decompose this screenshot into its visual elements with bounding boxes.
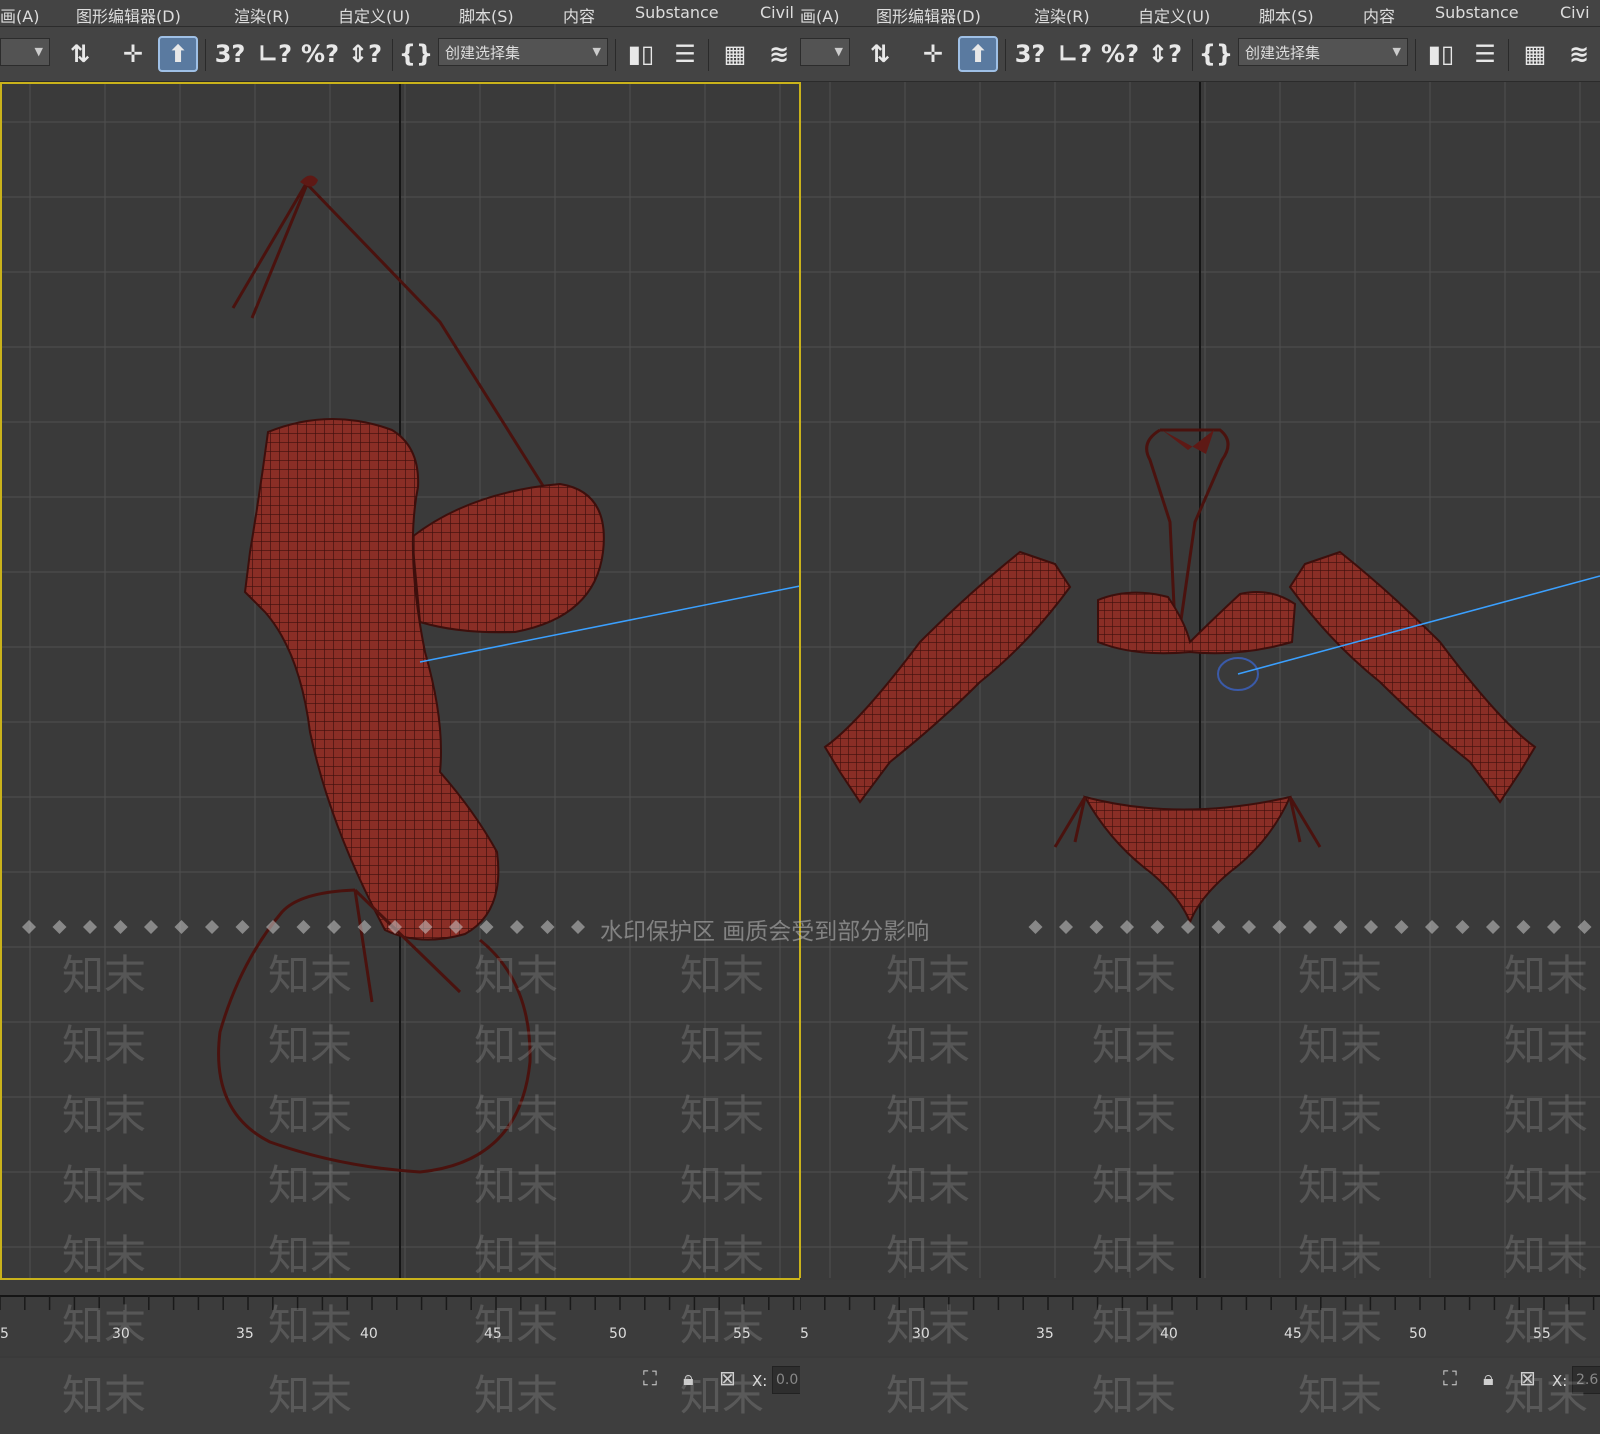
viewport-right[interactable] <box>800 82 1600 1278</box>
menu-content[interactable]: 内容 <box>563 3 595 27</box>
align-icon[interactable]: ☰ <box>666 36 704 72</box>
named-selection-dropdown[interactable]: 创建选择集 ▼ <box>438 38 608 66</box>
align-icon[interactable]: ☰ <box>1466 36 1504 72</box>
menu-substance[interactable]: Substance <box>1435 3 1519 22</box>
left-screen: 画(A) 图形编辑器(D) 渲染(R) 自定义(U) 脚本(S) 内容 Subs… <box>0 0 800 1434</box>
transform-mode-icon[interactable]: ⊠ <box>719 1366 736 1390</box>
mirror-icon[interactable]: ▮▯ <box>1422 36 1460 72</box>
menu-rendering[interactable]: 渲染(R) <box>1034 3 1090 27</box>
edit-named-selection-icon[interactable]: {} <box>1198 36 1234 72</box>
layer-explorer-icon[interactable]: ▦ <box>716 36 754 72</box>
lock-icon[interactable]: 🔒︎ <box>1483 1366 1494 1390</box>
transform-mode-icon[interactable]: ⊠ <box>1519 1366 1536 1390</box>
menu-animation[interactable]: 画(A) <box>0 3 39 27</box>
ruler-label: 30 <box>112 1326 130 1342</box>
select-link-icon[interactable]: ⇅ <box>860 36 900 72</box>
percent-snap-icon[interactable]: %? <box>300 36 340 72</box>
watermark-notice: 水印保护区 画质会受到部分影响 <box>600 919 930 945</box>
ruler-label: 35 <box>1036 1326 1054 1342</box>
menu-civil[interactable]: Civil <box>760 3 794 22</box>
named-selection-label: 创建选择集 <box>445 44 521 62</box>
menu-bar: 画(A) 图形编辑器(D) 渲染(R) 自定义(U) 脚本(S) 内容 Subs… <box>800 0 1600 27</box>
select-object-icon[interactable]: ⬆ <box>158 36 198 72</box>
x-coordinate-label: X: <box>752 1372 768 1390</box>
move-icon[interactable]: ✛ <box>113 36 153 72</box>
ruler-label: 5 <box>800 1326 809 1342</box>
ruler-label: 45 <box>484 1326 502 1342</box>
viewport-left[interactable] <box>0 82 800 1278</box>
menu-scripting[interactable]: 脚本(S) <box>1259 3 1314 27</box>
right-screen: 画(A) 图形编辑器(D) 渲染(R) 自定义(U) 脚本(S) 内容 Subs… <box>800 0 1600 1434</box>
snap-toggle-icon[interactable]: 3? <box>1010 36 1050 72</box>
ruler-label: 40 <box>360 1326 378 1342</box>
mesh-left <box>217 175 605 1174</box>
isolate-selection-icon[interactable]: ⛶ <box>643 1366 657 1390</box>
menu-customize[interactable]: 自定义(U) <box>1138 3 1210 27</box>
menu-graph-editors[interactable]: 图形编辑器(D) <box>876 3 981 27</box>
x-coordinate-label: X: <box>1552 1372 1568 1390</box>
ruler-label: 50 <box>609 1326 627 1342</box>
spinner-snap-icon[interactable]: ⇕? <box>345 36 385 72</box>
menu-graph-editors[interactable]: 图形编辑器(D) <box>76 3 181 27</box>
angle-snap-icon[interactable]: ∟? <box>255 36 295 72</box>
ruler-label: 45 <box>1284 1326 1302 1342</box>
selection-filter-dropdown[interactable]: ▼ <box>0 38 50 66</box>
angle-snap-icon[interactable]: ∟? <box>1055 36 1095 72</box>
timeline-ruler[interactable]: 5 30 35 40 45 50 55 <box>0 1280 800 1356</box>
select-link-icon[interactable]: ⇅ <box>60 36 100 72</box>
mirror-icon[interactable]: ▮▯ <box>622 36 660 72</box>
move-icon[interactable]: ✛ <box>913 36 953 72</box>
layer-explorer-icon[interactable]: ▦ <box>1516 36 1554 72</box>
ruler-label: 5 <box>0 1326 9 1342</box>
menu-substance[interactable]: Substance <box>635 3 719 22</box>
ruler-label: 35 <box>236 1326 254 1342</box>
menu-bar: 画(A) 图形编辑器(D) 渲染(R) 自定义(U) 脚本(S) 内容 Subs… <box>0 0 800 27</box>
layer-icon[interactable]: ≋ <box>1560 36 1598 72</box>
named-selection-label: 创建选择集 <box>1245 44 1321 62</box>
spinner-snap-icon[interactable]: ⇕? <box>1145 36 1185 72</box>
ruler-label: 40 <box>1160 1326 1178 1342</box>
menu-customize[interactable]: 自定义(U) <box>338 3 410 27</box>
ruler-label: 55 <box>1533 1326 1551 1342</box>
named-selection-dropdown[interactable]: 创建选择集 ▼ <box>1238 38 1408 66</box>
status-bar <box>0 1358 800 1434</box>
main-toolbar: ▼ ⇅ ✛ ⬆ 3? ∟? %? ⇕? {} 创建选择集 ▼ ▮▯ ☰ ▦ ≋ <box>800 27 1600 82</box>
lock-icon[interactable]: 🔒︎ <box>683 1366 694 1390</box>
selection-filter-dropdown[interactable]: ▼ <box>800 38 850 66</box>
ruler-label: 30 <box>912 1326 930 1342</box>
select-object-icon[interactable]: ⬆ <box>958 36 998 72</box>
isolate-selection-icon[interactable]: ⛶ <box>1443 1366 1457 1390</box>
status-bar <box>800 1358 1600 1434</box>
menu-scripting[interactable]: 脚本(S) <box>459 3 514 27</box>
ruler-label: 50 <box>1409 1326 1427 1342</box>
menu-animation[interactable]: 画(A) <box>800 3 839 27</box>
x-coordinate-field[interactable]: 0.0 <box>772 1366 800 1394</box>
ruler-label: 55 <box>733 1326 751 1342</box>
mesh-right <box>823 428 1537 925</box>
snap-toggle-icon[interactable]: 3? <box>210 36 250 72</box>
layer-icon[interactable]: ≋ <box>760 36 798 72</box>
menu-civil[interactable]: Civi <box>1560 3 1590 22</box>
menu-rendering[interactable]: 渲染(R) <box>234 3 290 27</box>
timeline-ruler[interactable]: 5 30 35 40 45 50 55 <box>800 1280 1600 1356</box>
edit-named-selection-icon[interactable]: {} <box>398 36 434 72</box>
percent-snap-icon[interactable]: %? <box>1100 36 1140 72</box>
main-toolbar: ▼ ⇅ ✛ ⬆ 3? ∟? %? ⇕? {} 创建选择集 ▼ ▮▯ ☰ ▦ ≋ <box>0 27 800 82</box>
x-coordinate-field[interactable]: 2.6 <box>1572 1366 1600 1394</box>
menu-content[interactable]: 内容 <box>1363 3 1395 27</box>
